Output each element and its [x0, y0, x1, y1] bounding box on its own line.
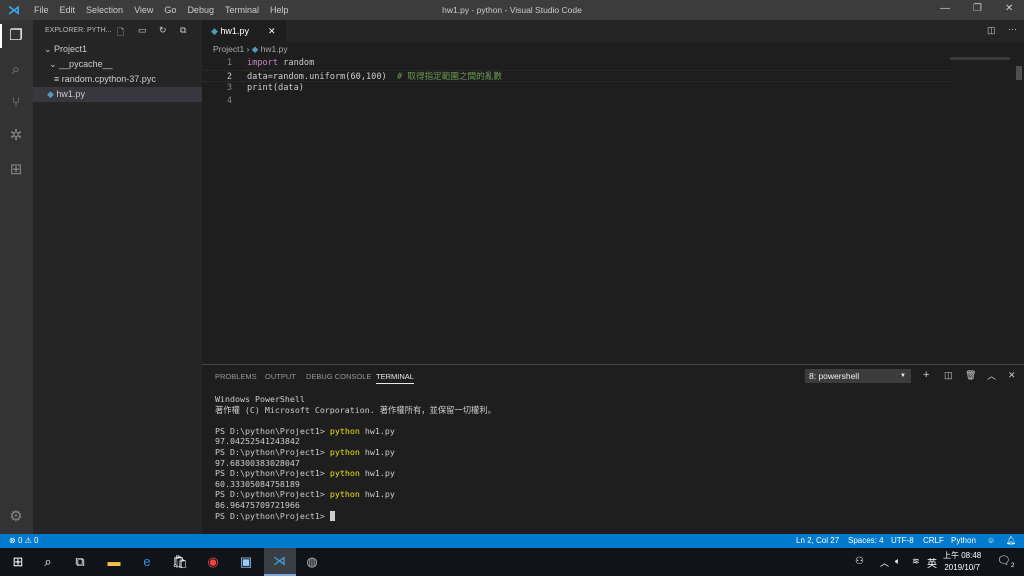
code-line: 1 import random — [226, 58, 315, 68]
close-tab-icon[interactable]: ✕ — [268, 20, 276, 42]
tab-bar: ◆ hw1.py ✕ ◫ ··· — [202, 20, 1024, 42]
search-icon[interactable]: ⌕ — [38, 552, 58, 572]
tab-problems[interactable]: PROBLEMS — [215, 372, 257, 381]
tab-debug-console[interactable]: DEBUG CONSOLE — [306, 372, 371, 381]
tab-terminal[interactable]: TERMINAL — [376, 372, 414, 384]
edge-icon[interactable]: e — [137, 552, 157, 572]
maximize-panel-icon[interactable]: ︿ — [987, 369, 996, 382]
line-ending[interactable]: CRLF — [923, 534, 944, 548]
menu-selection[interactable]: Selection — [86, 5, 123, 15]
activity-bar: ❐ ⌕ ⑂ ✲ ⊞ ⚙ — [0, 20, 33, 534]
collapse-all-icon[interactable]: ⧉ — [180, 25, 186, 36]
tree-folder-pycache[interactable]: ⌄ __pycache__ — [33, 57, 202, 72]
extensions-icon[interactable]: ⊞ — [6, 160, 26, 180]
menu-debug[interactable]: Debug — [187, 5, 214, 15]
file-explorer-icon[interactable]: ▬ — [104, 552, 124, 572]
terminal-output[interactable]: Windows PowerShell 著作權 (C) Microsoft Cor… — [202, 394, 1024, 529]
volume-icon[interactable]: 🔈︎ — [895, 556, 900, 567]
explorer-sidebar: EXPLORER: PYTH... 🗋 ▭ ↻ ⧉ ⌄ Project1 ⌄ _… — [33, 20, 202, 534]
minimap[interactable] — [950, 57, 1010, 60]
window-title: hw1.py - python - Visual Studio Code — [442, 5, 582, 15]
task-view-icon[interactable]: ⧉ — [70, 552, 90, 572]
cursor-position[interactable]: Ln 2, Col 27 — [796, 534, 839, 548]
bell-icon[interactable]: 🔔︎ — [1006, 534, 1016, 548]
status-bar: ⊗ 0 ⚠ 0 Ln 2, Col 27 Spaces: 4 UTF-8 CRL… — [0, 534, 1024, 548]
wifi-icon[interactable]: ≋ — [912, 556, 920, 567]
refresh-icon[interactable]: ↻ — [159, 25, 167, 36]
split-editor-icon[interactable]: ◫ — [987, 25, 996, 36]
people-icon[interactable]: ⚇ — [855, 556, 864, 567]
breadcrumb: Project1 › ◆ hw1.py — [213, 44, 288, 54]
explorer-icon[interactable]: ❐ — [6, 26, 26, 46]
app-window-icon[interactable]: ▣ — [236, 552, 256, 572]
bottom-panel: PROBLEMS OUTPUT DEBUG CONSOLE TERMINAL 8… — [202, 364, 1024, 534]
chevron-down-icon: ⌄ — [44, 44, 55, 54]
app-icon[interactable]: ◍ — [302, 552, 322, 572]
chrome-icon[interactable]: ◉ — [203, 552, 223, 572]
menu-terminal[interactable]: Terminal — [225, 5, 259, 15]
python-file-icon: ◆ — [211, 26, 221, 36]
debug-icon[interactable]: ✲ — [6, 126, 26, 146]
trash-icon[interactable]: 🗑 — [965, 370, 976, 381]
menu-go[interactable]: Go — [164, 5, 176, 15]
dropdown-arrow-icon: ▼ — [900, 373, 906, 379]
encoding[interactable]: UTF-8 — [891, 534, 914, 548]
plus-icon[interactable]: + — [923, 369, 929, 381]
tab-output[interactable]: OUTPUT — [265, 372, 296, 381]
tree-file-pyc[interactable]: ≡ random.cpython-37.pyc — [33, 72, 202, 87]
tree-folder-project1[interactable]: ⌄ Project1 — [33, 42, 202, 57]
clock[interactable]: 上午 08:48 2019/10/7 — [943, 550, 981, 574]
tab-hw1[interactable]: ◆ hw1.py ✕ — [202, 20, 286, 42]
gear-icon[interactable]: ⚙ — [6, 507, 26, 527]
breadcrumb-item[interactable]: hw1.py — [261, 44, 288, 54]
restore-button[interactable]: ❐ — [973, 3, 982, 14]
windows-start-icon[interactable]: ⊞ — [8, 552, 28, 572]
search-icon[interactable]: ⌕ — [6, 60, 26, 80]
menu-edit[interactable]: Edit — [60, 5, 76, 15]
vscode-taskbar-button[interactable]: ⋊ — [264, 548, 296, 576]
menu-help[interactable]: Help — [270, 5, 289, 15]
menu-view[interactable]: View — [134, 5, 153, 15]
problems-status[interactable]: ⊗ 0 ⚠ 0 — [9, 534, 38, 548]
more-actions-icon[interactable]: ··· — [1008, 24, 1017, 34]
chevron-down-icon: ⌄ — [49, 59, 60, 69]
close-window-button[interactable]: ✕ — [1005, 3, 1013, 14]
split-terminal-icon[interactable]: ◫ — [944, 370, 953, 381]
store-icon[interactable]: 🛍︎ — [170, 552, 190, 572]
vscode-icon: ⋊ — [273, 553, 286, 568]
scrollbar[interactable] — [1016, 66, 1022, 80]
ime-indicator[interactable]: 英 — [927, 555, 937, 570]
python-file-icon: ◆ — [47, 89, 57, 99]
new-file-icon[interactable]: 🗋 — [117, 25, 124, 41]
terminal-cursor — [329, 511, 335, 522]
minimize-button[interactable]: — — [940, 3, 950, 14]
vscode-logo-icon: ⋊ — [8, 3, 20, 17]
new-folder-icon[interactable]: ▭ — [138, 25, 147, 36]
windows-taskbar: ⊞ ⌕ ⧉ ▬ e 🛍︎ ◉ ▣ ⋊ ◍ ⚇ ︿ 🔈︎ ≋ 英 上午 08:48… — [0, 548, 1024, 576]
code-line-current: 2 data=random.uniform(60,100) # 取得指定範圍之間的… — [202, 69, 952, 82]
feedback-smiley-icon[interactable]: ☺ — [987, 534, 995, 548]
tray-chevron-icon[interactable]: ︿ — [880, 556, 889, 569]
python-file-icon: ◆ — [251, 44, 259, 54]
editor-area: ◆ hw1.py ✕ ◫ ··· Project1 › ◆ hw1.py 1 imp… — [202, 20, 1024, 364]
language-mode[interactable]: Python — [951, 534, 976, 548]
title-bar: ⋊ File Edit Selection View Go Debug Term… — [0, 0, 1024, 20]
close-panel-icon[interactable]: ✕ — [1008, 370, 1016, 381]
menu-file[interactable]: File — [34, 5, 49, 15]
notification-center-icon[interactable]: 🗨︎2 — [997, 554, 1014, 569]
tree-file-hw1[interactable]: ◆ hw1.py — [33, 87, 202, 102]
terminal-select[interactable]: 8: powershell ▼ — [805, 369, 911, 383]
indentation[interactable]: Spaces: 4 — [848, 534, 884, 548]
breadcrumb-item[interactable]: Project1 — [213, 44, 244, 54]
source-control-icon[interactable]: ⑂ — [6, 93, 26, 113]
file-lines-icon: ≡ — [54, 74, 62, 84]
explorer-header: EXPLORER: PYTH... — [45, 27, 112, 34]
